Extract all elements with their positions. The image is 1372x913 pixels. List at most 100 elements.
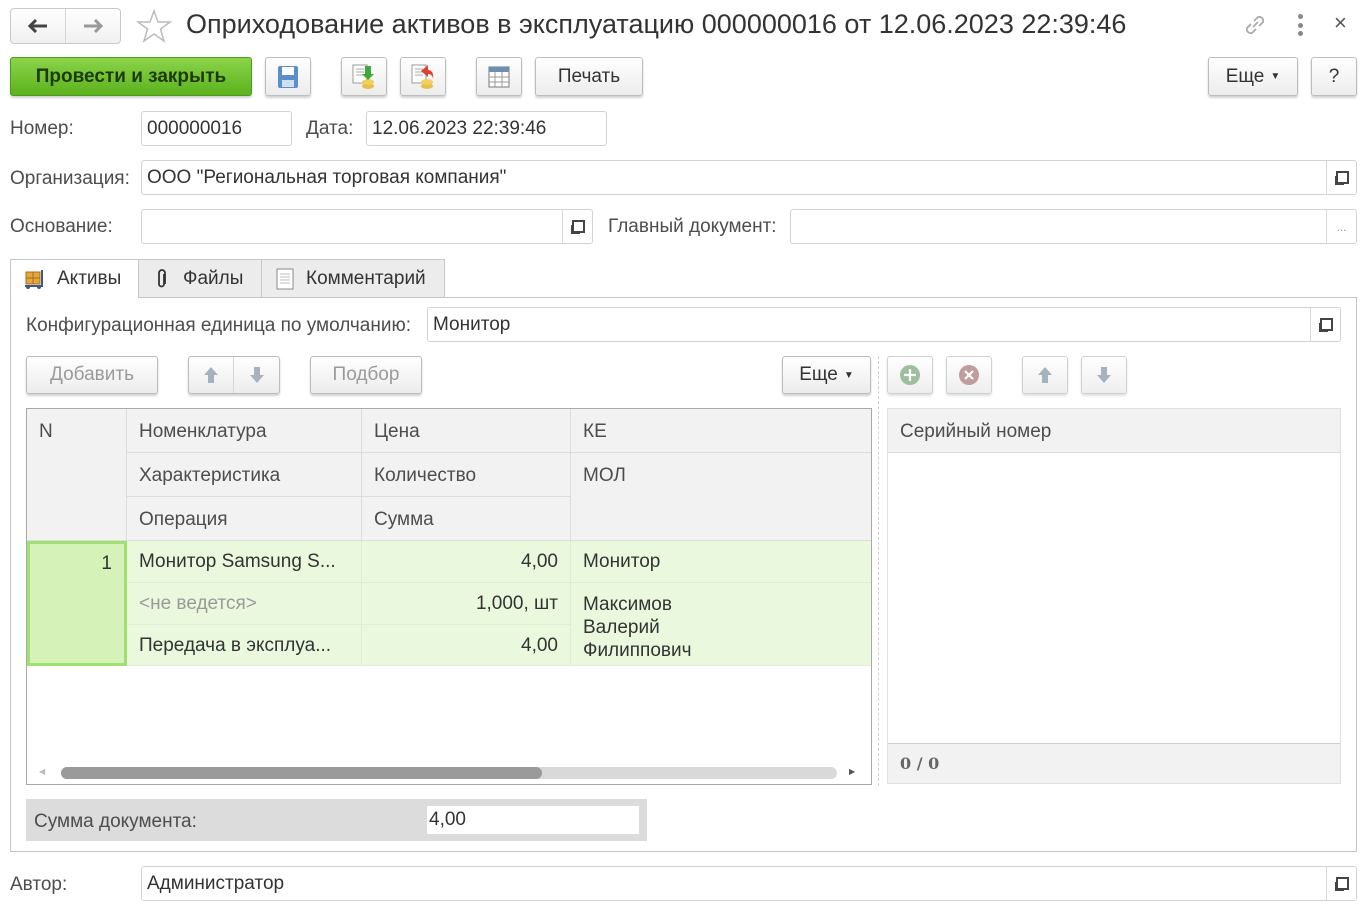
scroll-left-icon[interactable]: ◀: [39, 767, 45, 776]
more-button-label: Еще: [1225, 65, 1265, 87]
window-title: Оприходование активов в эксплуатацию 000…: [186, 9, 1127, 39]
date-label: Дата:: [306, 118, 354, 139]
cell-nomenclature[interactable]: Монитор Samsung S...: [127, 541, 362, 583]
assets-table: N Номенклатура Характеристика Операция Ц…: [26, 408, 872, 785]
cell-n[interactable]: 1: [27, 541, 127, 666]
serial-move-down-button[interactable]: [1081, 356, 1127, 394]
totals-panel: Сумма документа: 4,00: [26, 799, 647, 841]
back-button[interactable]: [11, 9, 66, 43]
add-serial-button[interactable]: [887, 356, 933, 394]
scrollbar-thumb[interactable]: [61, 767, 543, 779]
cell-operation[interactable]: Передача в эксплуа...: [127, 625, 362, 666]
link-icon[interactable]: [1242, 12, 1268, 38]
column-header-mol[interactable]: МОЛ: [571, 453, 871, 541]
structure-table-icon: [488, 66, 510, 87]
cell-mol[interactable]: Максимов Валерий Филиппович: [571, 583, 871, 666]
add-button[interactable]: Добавить: [26, 356, 158, 394]
more-vertical-icon[interactable]: [1293, 14, 1307, 36]
serials-footer: 0 / 0: [888, 743, 1340, 783]
arrow-up-icon: [1038, 367, 1052, 383]
author-value: Администратор: [147, 872, 285, 894]
cell-price[interactable]: 4,00: [362, 541, 571, 583]
tab-assets[interactable]: Активы: [10, 259, 139, 298]
unpost-button[interactable]: [400, 57, 446, 96]
ellipsis-icon: ...: [1336, 219, 1347, 234]
delete-serial-button[interactable]: [946, 356, 992, 394]
column-header-ci[interactable]: КЕ: [571, 409, 871, 453]
column-header-serial[interactable]: Серийный номер: [888, 409, 1340, 453]
default-ci-field[interactable]: Монитор: [427, 307, 1341, 342]
column-header-sum[interactable]: Сумма: [362, 497, 571, 541]
default-ci-value: Монитор: [433, 313, 511, 335]
save-icon: [278, 65, 298, 88]
move-up-button[interactable]: [189, 357, 235, 393]
number-label: Номер:: [10, 118, 74, 139]
forward-button[interactable]: [66, 9, 121, 43]
basis-label: Основание:: [10, 216, 113, 237]
favorite-star-icon[interactable]: [136, 8, 172, 44]
default-ci-open-button[interactable]: [1310, 308, 1340, 341]
date-field[interactable]: 12.06.2023 22:39:46: [366, 111, 607, 146]
paperclip-icon: [158, 268, 166, 287]
tab-files[interactable]: Файлы: [138, 259, 262, 297]
serial-move-up-button[interactable]: [1022, 356, 1068, 394]
main-document-field[interactable]: ...: [790, 209, 1357, 244]
help-button[interactable]: ?: [1311, 57, 1357, 96]
save-button[interactable]: [265, 57, 311, 96]
pick-button[interactable]: Подбор: [310, 356, 422, 394]
column-header-nomenclature[interactable]: Номенклатура: [127, 409, 362, 453]
organization-label: Организация:: [10, 168, 130, 189]
tab-assets-label: Активы: [57, 268, 122, 289]
author-field[interactable]: Администратор: [141, 866, 1357, 901]
open-icon: [1334, 170, 1349, 185]
cell-characteristic[interactable]: <не ведется>: [127, 583, 362, 625]
print-button[interactable]: Печать: [535, 57, 643, 96]
nav-buttons: [10, 8, 121, 44]
assets-cart-icon: [25, 270, 43, 289]
column-header-operation[interactable]: Операция: [127, 497, 362, 541]
post-icon: [352, 64, 374, 89]
author-open-button[interactable]: [1326, 867, 1356, 900]
doc-sum-label: Сумма документа:: [34, 811, 197, 832]
assets-more-button[interactable]: Еще ▼: [782, 356, 871, 394]
column-header-quantity[interactable]: Количество: [362, 453, 571, 497]
delete-circle-icon: [959, 365, 979, 385]
close-icon[interactable]: ×: [1334, 10, 1347, 36]
panel-splitter[interactable]: [878, 356, 879, 786]
move-buttons: [188, 356, 280, 394]
organization-field[interactable]: ООО "Региональная торговая компания": [141, 160, 1357, 195]
cell-ci[interactable]: Монитор: [571, 541, 871, 583]
default-ci-label: Конфигурационная единица по умолчанию:: [26, 315, 411, 336]
structure-button[interactable]: [476, 57, 522, 96]
tab-comment[interactable]: Комментарий: [261, 259, 445, 297]
add-circle-icon: [900, 365, 920, 385]
cell-quantity[interactable]: 1,000, шт: [362, 583, 571, 625]
organization-open-button[interactable]: [1326, 161, 1356, 194]
scroll-right-icon[interactable]: ▶: [849, 767, 855, 776]
cell-sum[interactable]: 4,00: [362, 625, 571, 666]
move-down-button[interactable]: [234, 357, 279, 393]
unpost-icon: [411, 64, 434, 89]
column-header-price[interactable]: Цена: [362, 409, 571, 453]
open-icon: [1334, 876, 1349, 891]
date-value: 12.06.2023 22:39:46: [372, 117, 547, 139]
open-icon: [570, 219, 585, 234]
document-icon: [276, 268, 294, 289]
organization-value: ООО "Региональная торговая компания": [147, 166, 507, 188]
number-field[interactable]: 000000016: [141, 111, 292, 146]
chevron-down-icon: ▼: [1270, 71, 1281, 82]
post-and-close-button[interactable]: Провести и закрыть: [10, 57, 252, 96]
horizontal-scrollbar[interactable]: [61, 767, 837, 779]
serials-counter: 0 / 0: [900, 754, 940, 773]
more-button[interactable]: Еще ▼: [1208, 57, 1298, 96]
basis-field[interactable]: [141, 209, 593, 244]
table-row[interactable]: 1 Монитор Samsung S... <не ведется> Пере…: [27, 541, 871, 666]
post-button[interactable]: [341, 57, 387, 96]
column-header-characteristic[interactable]: Характеристика: [127, 453, 362, 497]
chevron-down-icon: ▼: [843, 369, 854, 381]
author-label: Автор:: [10, 874, 68, 895]
basis-open-button[interactable]: [562, 210, 592, 243]
column-header-n[interactable]: N: [27, 409, 127, 541]
arrow-up-icon: [204, 367, 218, 383]
main-document-select-button[interactable]: ...: [1326, 210, 1356, 243]
